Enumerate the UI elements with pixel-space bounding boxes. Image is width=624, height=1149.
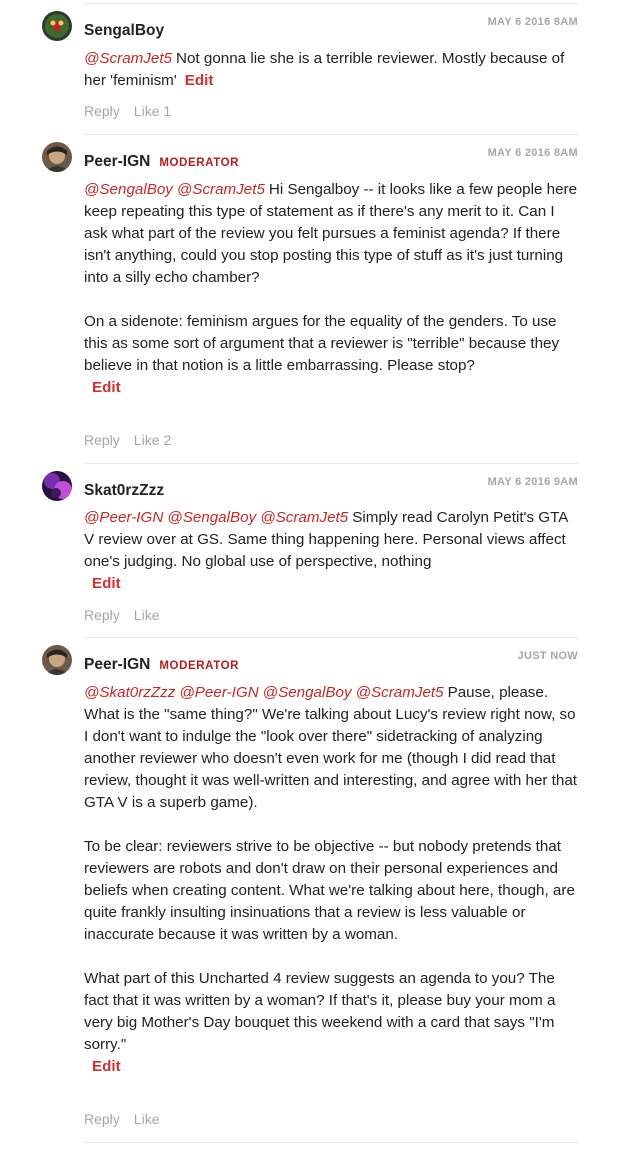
divider bbox=[84, 1142, 578, 1143]
edit-button[interactable]: Edit bbox=[92, 573, 578, 595]
avatar[interactable] bbox=[42, 11, 72, 41]
comment-body: @SengalBoy @ScramJet5 Hi Sengalboy -- it l… bbox=[84, 179, 578, 399]
username[interactable]: Peer-IGN bbox=[84, 153, 150, 170]
edit-button[interactable]: Edit bbox=[92, 377, 578, 399]
mention-link[interactable]: @ScramJet5 bbox=[260, 509, 348, 526]
comment-body: @ScramJet5 Not gonna lie she is a terribl… bbox=[84, 48, 578, 92]
avatar[interactable] bbox=[42, 645, 72, 675]
like-button[interactable]: Like 1 bbox=[134, 103, 171, 119]
mention-link[interactable]: @ScramJet5 bbox=[177, 181, 265, 198]
avatar[interactable] bbox=[42, 142, 72, 172]
comment-body: @Skat0rzZzz @Peer-IGN @SengalBoy @ScramJet5… bbox=[84, 682, 578, 1078]
comment-paragraph: What part of this Uncharted 4 review sug… bbox=[84, 970, 556, 1053]
like-button[interactable]: Like bbox=[134, 1111, 160, 1127]
comment-paragraph: @SengalBoy @ScramJet5 Hi Sengalboy -- it l… bbox=[84, 179, 578, 289]
edit-button[interactable]: Edit bbox=[92, 1056, 578, 1078]
timestamp: MAY 6 2016 9AM bbox=[487, 476, 578, 488]
reply-button[interactable]: Reply bbox=[84, 103, 120, 119]
mention-link[interactable]: @ScramJet5 bbox=[84, 50, 172, 67]
mention-link[interactable]: @SengalBoy bbox=[263, 684, 352, 701]
avatar[interactable] bbox=[42, 471, 72, 501]
comment-paragraph: @ScramJet5 Not gonna lie she is a terribl… bbox=[84, 48, 578, 92]
reply-button[interactable]: Reply bbox=[84, 1111, 120, 1127]
moderator-badge: MODERATOR bbox=[159, 660, 240, 672]
mention-link[interactable]: @SengalBoy bbox=[84, 181, 173, 198]
divider bbox=[84, 637, 578, 638]
comment-body: @Peer-IGN @SengalBoy @ScramJet5 Simply read… bbox=[84, 507, 578, 595]
mention-link[interactable]: @Peer-IGN bbox=[179, 684, 258, 701]
mention-link[interactable]: @SengalBoy bbox=[167, 509, 256, 526]
like-button[interactable]: Like 2 bbox=[134, 432, 171, 448]
timestamp: MAY 6 2016 8AM bbox=[487, 16, 578, 28]
timestamp: JUST NOW bbox=[517, 650, 578, 662]
username[interactable]: Peer-IGN bbox=[84, 656, 150, 673]
divider bbox=[84, 134, 578, 135]
comment-paragraph: @Peer-IGN @SengalBoy @ScramJet5 Simply read… bbox=[84, 507, 578, 573]
moderator-badge: MODERATOR bbox=[159, 157, 240, 169]
comment-text: Pause, please. What is the "same thing?"… bbox=[84, 684, 578, 811]
comment-paragraph: To be clear: reviewers strive to be obje… bbox=[84, 838, 575, 943]
like-button[interactable]: Like bbox=[134, 607, 160, 623]
mention-link[interactable]: @Skat0rzZzz bbox=[84, 684, 175, 701]
divider bbox=[84, 463, 578, 464]
mention-link[interactable]: @Peer-IGN bbox=[84, 509, 163, 526]
reply-button[interactable]: Reply bbox=[84, 432, 120, 448]
comment-paragraph: On a sidenote: feminism argues for the e… bbox=[84, 313, 560, 374]
mention-link[interactable]: @ScramJet5 bbox=[356, 684, 444, 701]
username[interactable]: SengalBoy bbox=[84, 22, 164, 39]
reply-button[interactable]: Reply bbox=[84, 607, 120, 623]
comment-paragraph: @Skat0rzZzz @Peer-IGN @SengalBoy @ScramJet5… bbox=[84, 682, 578, 814]
timestamp: MAY 6 2016 8AM bbox=[487, 147, 578, 159]
divider bbox=[84, 3, 578, 4]
username[interactable]: Skat0rzZzz bbox=[84, 482, 164, 499]
edit-button[interactable]: Edit bbox=[185, 70, 214, 92]
